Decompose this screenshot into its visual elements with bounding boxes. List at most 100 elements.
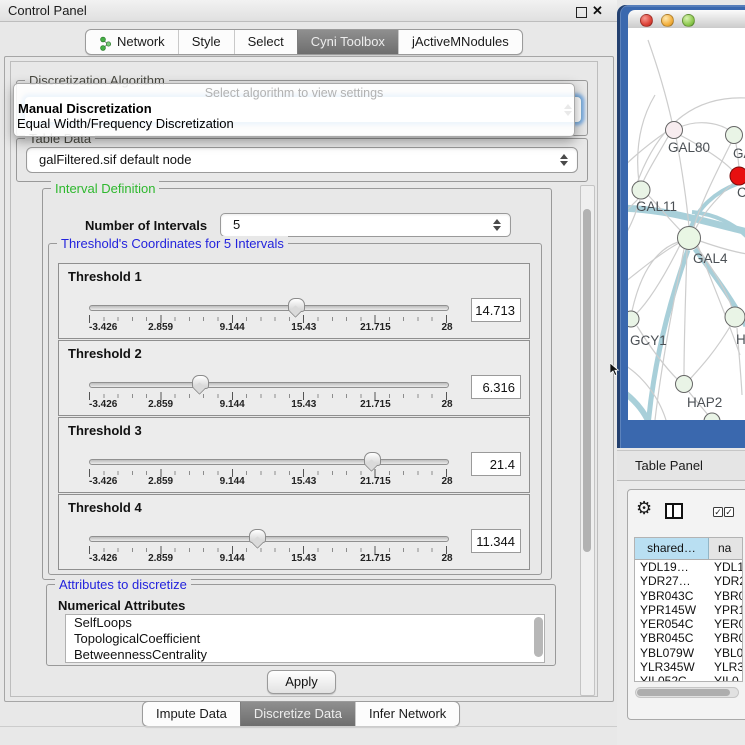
network-node-h[interactable] <box>725 307 745 327</box>
top-tabbar: Network Style Select Cyni Toolbox jActiv… <box>85 29 523 55</box>
node-table: shared… na YDL19…YDL1 YDR27…YDR2 YBR043C… <box>634 537 743 682</box>
network-icon <box>99 35 112 50</box>
table-row[interactable]: YBL079WYBL0 <box>635 646 742 660</box>
network-view-window: GAL80 GA C GAL11 GAL4 GCY1 H HAP2 <box>617 5 745 448</box>
algorithm-dropdown-popup: Select algorithm to view settings Manual… <box>13 83 575 137</box>
network-node-hap2[interactable] <box>676 376 693 393</box>
node-label-hap2: HAP2 <box>687 395 722 410</box>
column-header-shared-name[interactable]: shared… <box>635 538 709 559</box>
checkbox-icon[interactable]: ✓ <box>724 507 734 517</box>
combo-arrows-icon <box>493 219 501 231</box>
control-panel-titlebar: Control Panel <box>0 0 617 22</box>
float-window-icon[interactable] <box>576 7 587 18</box>
combo-arrows-icon <box>560 154 568 166</box>
table-row[interactable]: YPR145WYPR1 <box>635 603 742 617</box>
table-row[interactable]: YER054CYER0 <box>635 617 742 631</box>
mac-zoom-button[interactable] <box>682 14 695 27</box>
tab-jactivemnodules[interactable]: jActiveMNodules <box>398 30 522 54</box>
table-data-combobox[interactable]: galFiltered.sif default node <box>26 147 578 173</box>
tab-impute-data[interactable]: Impute Data <box>143 702 240 726</box>
numerical-attributes-list: SelfLoops TopologicalCoefficient Between… <box>65 614 545 663</box>
table-row[interactable]: YBR043CYBR0 <box>635 589 742 603</box>
table-row[interactable]: YIL052CYIL0 <box>635 674 742 682</box>
network-node-red-selected[interactable] <box>730 167 745 185</box>
tab-infer-network[interactable]: Infer Network <box>355 702 459 726</box>
window-title: Control Panel <box>8 3 87 18</box>
threshold-2-slider-handle[interactable] <box>192 375 209 389</box>
gear-icon[interactable]: ⚙ <box>636 499 652 517</box>
node-label-gal80: GAL80 <box>668 140 710 155</box>
network-node-top-right[interactable] <box>726 127 743 144</box>
table-row[interactable]: YDR27…YDR2 <box>635 574 742 588</box>
network-node-bottom[interactable] <box>704 413 720 420</box>
table-panel-title: Table Panel <box>635 458 703 473</box>
node-label-gal4: GAL4 <box>693 251 728 266</box>
tick-labels: -3.4262.8599.14415.4321.71528 <box>89 476 447 488</box>
thresholds-group-label: Threshold's Coordinates for 5 Intervals <box>57 236 288 251</box>
mac-close-button[interactable] <box>640 14 653 27</box>
numerical-attributes-label: Numerical Attributes <box>58 598 185 613</box>
dropdown-option-equal-width[interactable]: Equal Width/Frequency Discretization <box>17 116 234 131</box>
close-icon[interactable]: ✕ <box>592 3 603 19</box>
threshold-1-value-input[interactable] <box>471 298 521 322</box>
table-header-row: shared… na <box>635 538 742 560</box>
control-panel-window: Control Panel ✕ Network Style Select <box>0 0 617 745</box>
threshold-2-value-input[interactable] <box>471 375 521 399</box>
threshold-2-panel: Threshold 2 -3.4262.8599.14415.4321.7152… <box>58 340 530 416</box>
main-scrollbar[interactable] <box>580 185 595 696</box>
network-node-gcy1[interactable] <box>628 311 639 327</box>
list-item[interactable]: BetweennessCentrality <box>66 647 544 663</box>
table-panel-titlebar: Table Panel <box>617 450 745 481</box>
num-intervals-label: Number of Intervals <box>85 218 207 233</box>
tab-style[interactable]: Style <box>178 30 234 54</box>
tick-labels: -3.4262.8599.14415.4321.71528 <box>89 322 447 334</box>
threshold-3-panel: Threshold 3 -3.4262.8599.14415.4321.7152… <box>58 417 530 493</box>
network-node-gal4[interactable] <box>678 227 701 250</box>
threshold-4-slider-handle[interactable] <box>249 529 266 543</box>
apply-button[interactable]: Apply <box>267 670 336 694</box>
network-node-gal11[interactable] <box>632 181 650 199</box>
dropdown-option-manual[interactable]: Manual Discretization <box>18 101 152 116</box>
tab-cyni-toolbox[interactable]: Cyni Toolbox <box>297 30 398 54</box>
network-node-gal80[interactable] <box>666 122 683 139</box>
num-intervals-value: 5 <box>233 217 240 232</box>
node-label-gal11: GAL11 <box>636 199 677 214</box>
threshold-1-slider-handle[interactable] <box>288 298 305 312</box>
table-hscrollbar[interactable] <box>635 687 739 698</box>
threshold-4-value-input[interactable] <box>471 529 521 553</box>
tab-discretize-data[interactable]: Discretize Data <box>240 702 355 726</box>
tab-select[interactable]: Select <box>234 30 297 54</box>
list-scrollbar[interactable] <box>534 617 543 657</box>
screenshot-root: Control Panel ✕ Network Style Select <box>0 0 745 745</box>
interval-group-label: Interval Definition <box>51 181 159 196</box>
table-hscrollbar-thumb[interactable] <box>637 689 730 696</box>
network-canvas[interactable]: GAL80 GA C GAL11 GAL4 GCY1 H HAP2 <box>628 28 745 420</box>
threshold-3-slider-handle[interactable] <box>364 452 381 466</box>
mac-minimize-button[interactable] <box>661 14 674 27</box>
node-table-panel: ⚙ ✓ ✓ shared… na YDL19…YDL1 YDR27…YDR2 Y… <box>627 489 745 720</box>
dropdown-hint: Select algorithm to view settings <box>14 86 574 100</box>
table-row[interactable]: YLR345WYLR3 <box>635 660 742 674</box>
network-window-titlebar[interactable] <box>628 10 745 29</box>
node-label-partial-h: H <box>736 332 745 347</box>
main-scrollbar-thumb[interactable] <box>583 209 591 552</box>
tick-labels: -3.4262.8599.14415.4321.71528 <box>89 553 447 565</box>
num-intervals-combobox[interactable]: 5 <box>220 213 511 237</box>
threshold-4-panel: Threshold 4 -3.4262.8599.14415.4321.7152… <box>58 494 530 570</box>
mouse-cursor <box>610 363 621 381</box>
table-row[interactable]: YDL19…YDL1 <box>635 560 742 574</box>
table-row[interactable]: YBR045CYBR0 <box>635 631 742 645</box>
column-header-name[interactable]: na <box>709 538 742 559</box>
divider <box>0 726 617 727</box>
attributes-group-label: Attributes to discretize <box>55 577 191 592</box>
threshold-3-value-input[interactable] <box>471 452 521 476</box>
bottom-tabbar: Impute Data Discretize Data Infer Networ… <box>142 701 460 727</box>
tab-network-label: Network <box>117 30 165 54</box>
list-item[interactable]: SelfLoops <box>66 615 544 631</box>
list-item[interactable]: TopologicalCoefficient <box>66 631 544 647</box>
node-label-gcy1: GCY1 <box>630 333 667 348</box>
split-view-icon[interactable] <box>665 503 683 519</box>
tab-network[interactable]: Network <box>86 30 178 54</box>
checkbox-icon[interactable]: ✓ <box>713 507 723 517</box>
table-panel-body: ⚙ ✓ ✓ shared… na YDL19…YDL1 YDR27…YDR2 Y… <box>617 481 745 745</box>
